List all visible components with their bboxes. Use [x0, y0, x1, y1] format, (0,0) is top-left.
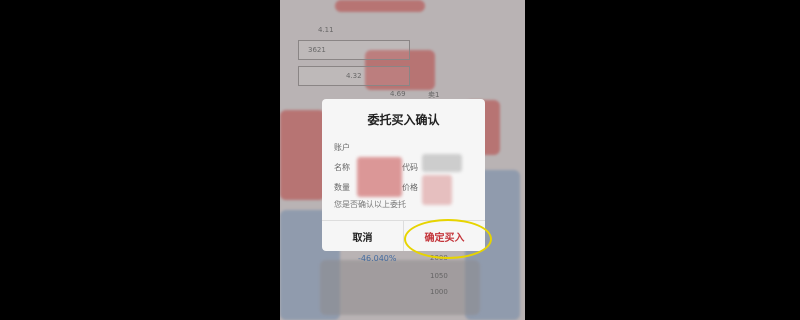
bg-text: 4.69 [390, 90, 406, 98]
bg-text: -46.040% [358, 254, 397, 263]
price-label: 价格 [402, 183, 418, 192]
account-label: 账户 [334, 143, 350, 152]
cancel-button[interactable]: 取消 [322, 221, 404, 251]
name-label: 名称 [334, 163, 350, 172]
bg-text: 1000 [430, 288, 448, 296]
code-label: 代码 [402, 163, 418, 172]
quantity-label: 数量 [334, 183, 350, 192]
bg-text: 4.11 [318, 26, 334, 34]
bg-text: 3621 [308, 46, 326, 54]
redacted-mark [320, 260, 480, 315]
redacted-mark [335, 0, 425, 12]
bg-text: 4.32 [346, 72, 362, 80]
redacted-mark [422, 154, 462, 172]
redacted-mark [422, 175, 452, 205]
redacted-mark [280, 110, 325, 200]
dialog-title: 委托买入确认 [367, 113, 440, 127]
highlight-circle [404, 219, 492, 259]
bg-text: 1050 [430, 272, 448, 280]
confirm-hint: 您是否确认以上委托 [334, 200, 406, 209]
redacted-mark [357, 157, 402, 197]
